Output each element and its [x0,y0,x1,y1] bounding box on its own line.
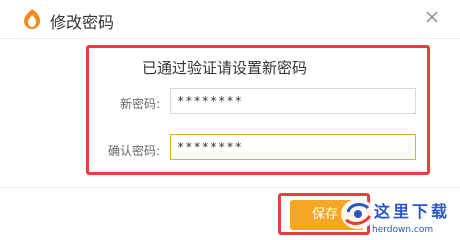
footer-divider [0,187,460,188]
dialog-titlebar: 修改密码 [0,0,460,38]
form-highlight-annotation [86,45,430,175]
watermark-text: 这里下载 [374,202,451,221]
titlebar-divider [0,38,460,39]
close-icon[interactable] [424,9,440,25]
dialog-title: 修改密码 [50,13,115,32]
app-logo-icon [24,9,40,29]
watermark-url: herdown.com [372,225,434,235]
